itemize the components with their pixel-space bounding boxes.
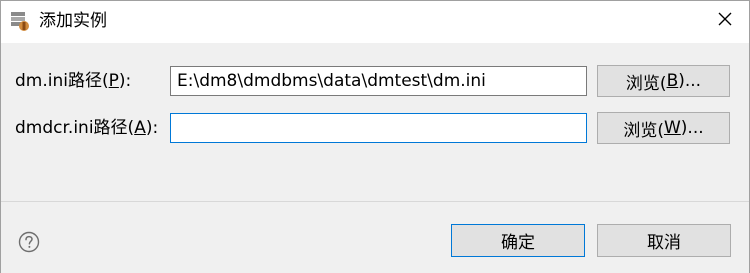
- dialog-title: 添加实例: [39, 11, 107, 31]
- button-bar: 确定 取消: [1, 202, 749, 273]
- cancel-button[interactable]: 取消: [597, 224, 731, 257]
- form-area: dm.ini路径(P): E:\dm8\dmdbms\data\dmtest\d…: [1, 43, 749, 201]
- dcr-path-label: dmdcr.ini路径(A):: [15, 118, 159, 138]
- browse-ini-button[interactable]: 浏览(B)...: [597, 65, 730, 97]
- ini-path-input[interactable]: E:\dm8\dmdbms\data\dmtest\dm.ini: [170, 66, 587, 96]
- close-button[interactable]: [713, 9, 737, 33]
- dcr-path-input[interactable]: [170, 113, 587, 143]
- ini-path-label: dm.ini路径(P):: [15, 71, 132, 91]
- help-icon[interactable]: [18, 231, 40, 253]
- title-bar: 添加实例: [1, 1, 749, 43]
- ok-button[interactable]: 确定: [451, 224, 585, 257]
- browse-dcr-button[interactable]: 浏览(W)...: [597, 112, 730, 144]
- add-instance-dialog: 添加实例 dm.ini路径(P): E:\dm8\dmdbms\data\dmt…: [0, 0, 750, 273]
- app-icon: [9, 10, 31, 32]
- close-icon: [717, 11, 733, 31]
